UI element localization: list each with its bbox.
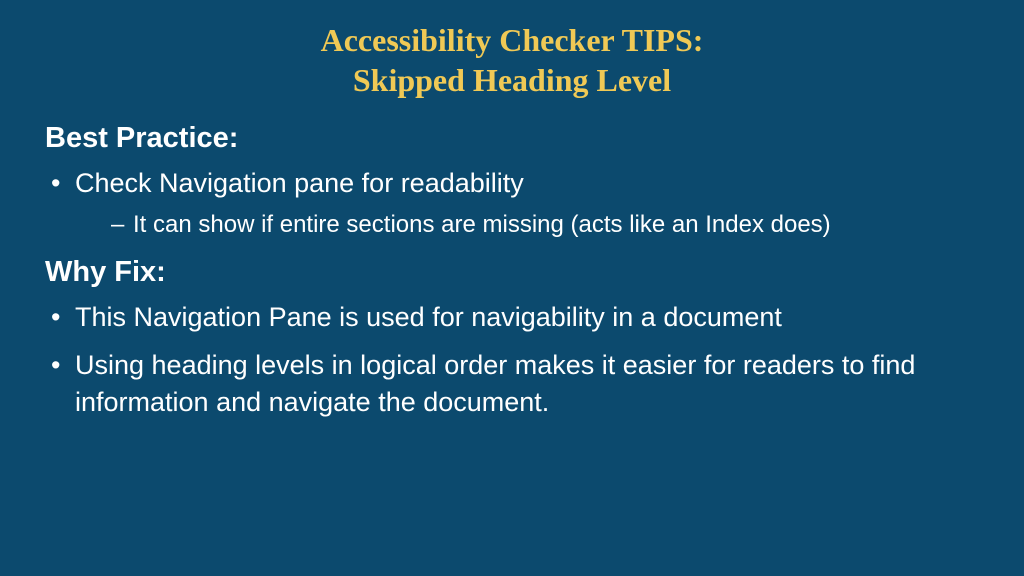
why-fix-list: This Navigation Pane is used for navigab… (45, 299, 979, 420)
bullet-text: Check Navigation pane for readability (75, 168, 524, 198)
sub-list: It can show if entire sections are missi… (75, 209, 979, 241)
sub-list-item: It can show if entire sections are missi… (75, 209, 979, 241)
best-practice-heading: Best Practice: (45, 122, 979, 155)
list-item: Check Navigation pane for readability It… (45, 165, 979, 242)
slide-container: Accessibility Checker TIPS: Skipped Head… (0, 0, 1024, 576)
why-fix-heading: Why Fix: (45, 256, 979, 289)
list-item: Using heading levels in logical order ma… (45, 347, 979, 420)
list-item: This Navigation Pane is used for navigab… (45, 299, 979, 335)
title-line-2: Skipped Heading Level (353, 62, 671, 98)
slide-title: Accessibility Checker TIPS: Skipped Head… (45, 20, 979, 100)
title-line-1: Accessibility Checker TIPS: (321, 22, 704, 58)
best-practice-list: Check Navigation pane for readability It… (45, 165, 979, 242)
